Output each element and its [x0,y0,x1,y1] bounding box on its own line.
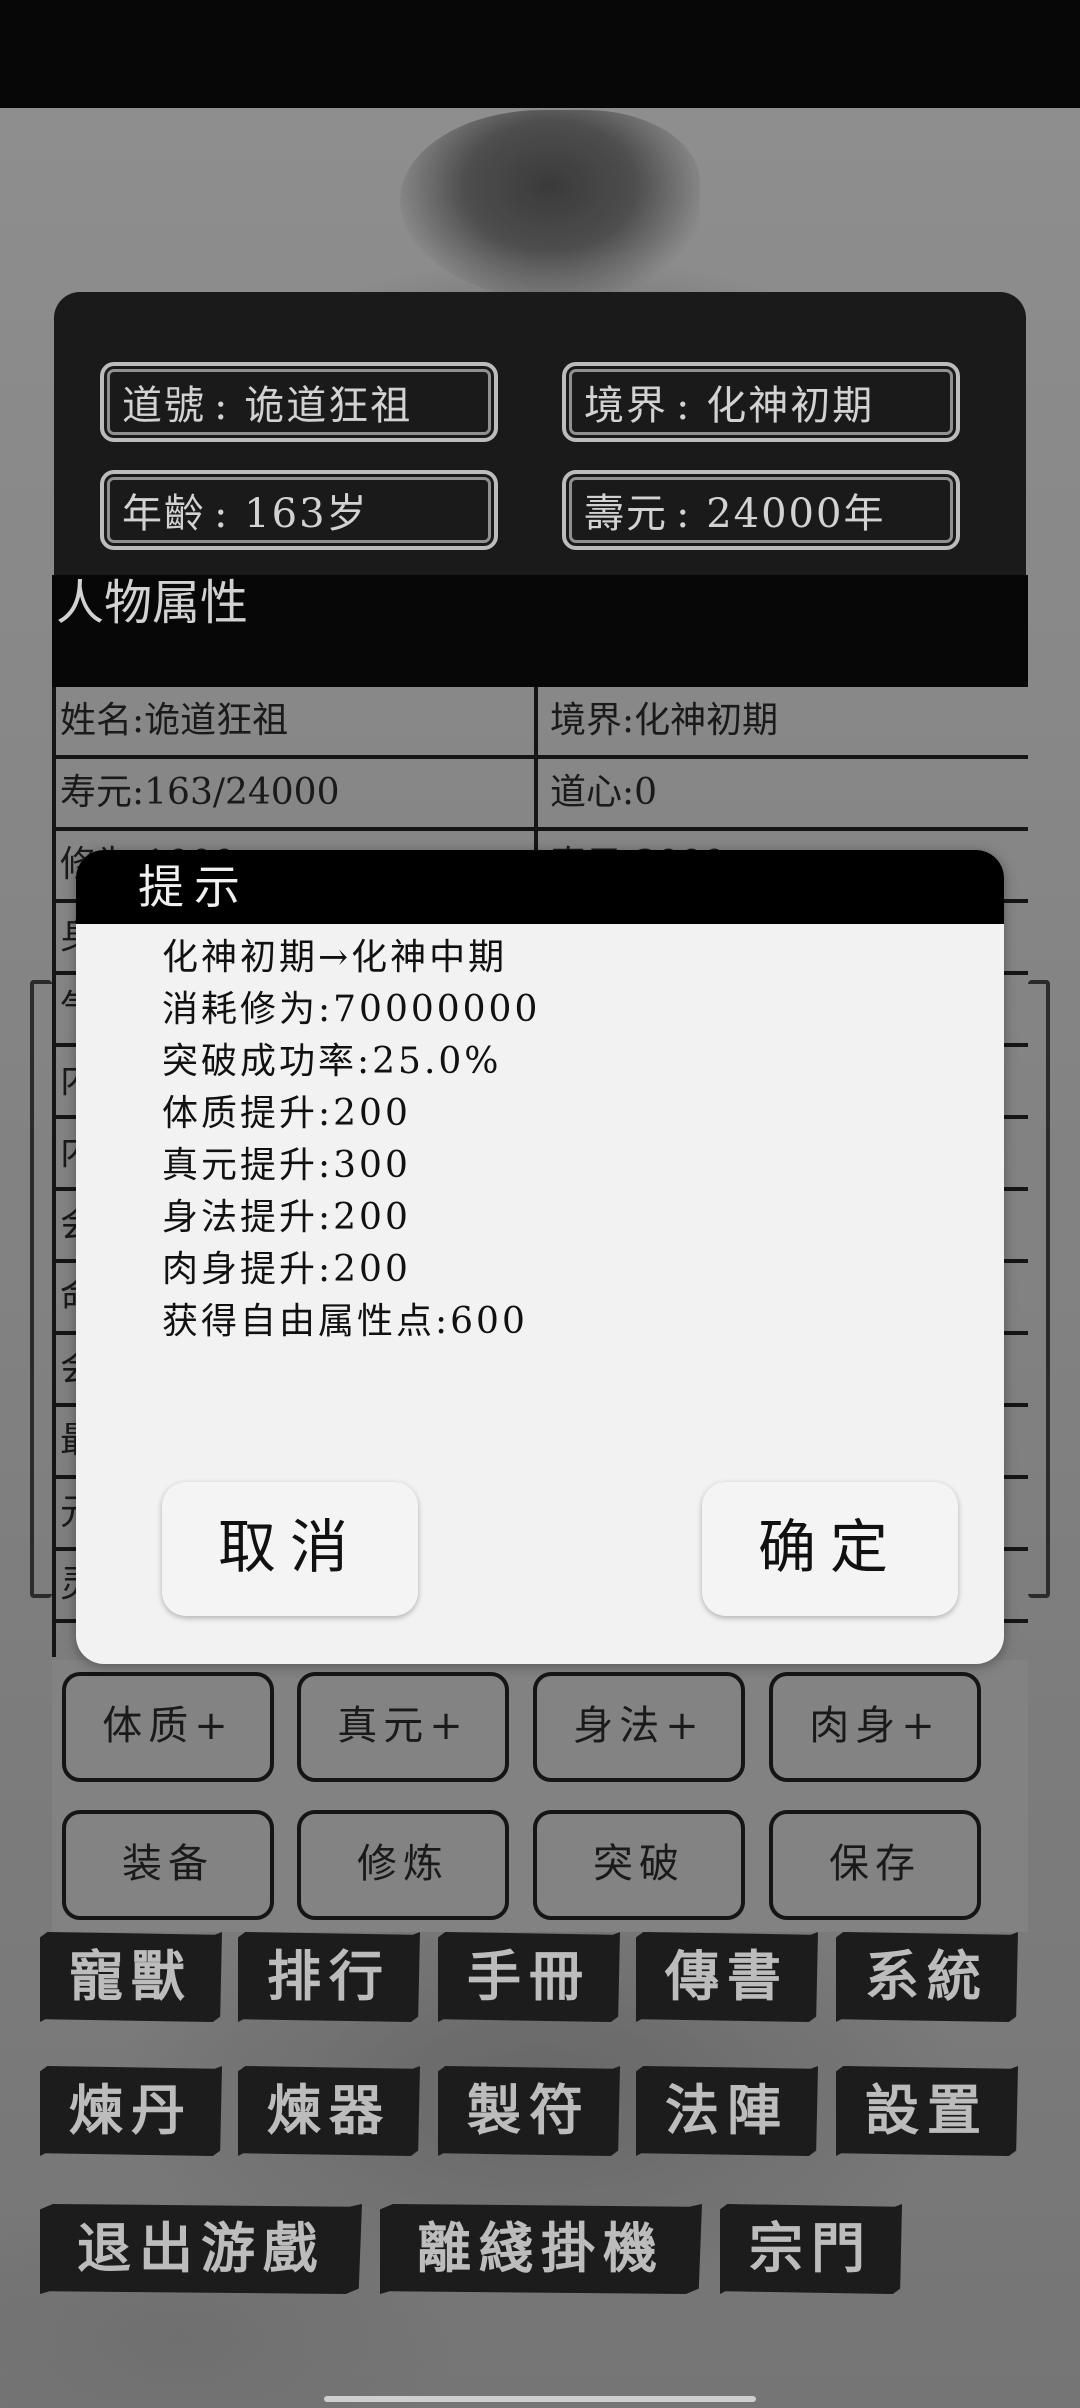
dialog-line: 体质提升:200 [162,1093,411,1134]
dialog-line: 消耗修为:70000000 [162,989,541,1030]
dialog-line: 身法提升:200 [162,1197,411,1238]
dialog-title: 提示 [138,860,250,914]
home-indicator[interactable] [324,2396,756,2402]
cancel-button[interactable]: 取消 [162,1482,418,1616]
dialog-title-bar: 提示 [76,850,1004,924]
dialog-line: 肉身提升:200 [162,1249,411,1290]
dialog-line: 获得自由属性点:600 [162,1301,528,1342]
dialog-line: 真元提升:300 [162,1145,411,1186]
breakthrough-dialog: 提示 化神初期→化神中期 消耗修为:70000000 突破成功率:25.0% 体… [76,850,1004,1664]
dialog-line: 突破成功率:25.0% [162,1041,502,1082]
dialog-message: 化神初期→化神中期 消耗修为:70000000 突破成功率:25.0% 体质提升… [162,932,540,1348]
dialog-line: 化神初期→化神中期 [162,937,508,978]
confirm-button[interactable]: 确定 [702,1482,958,1616]
